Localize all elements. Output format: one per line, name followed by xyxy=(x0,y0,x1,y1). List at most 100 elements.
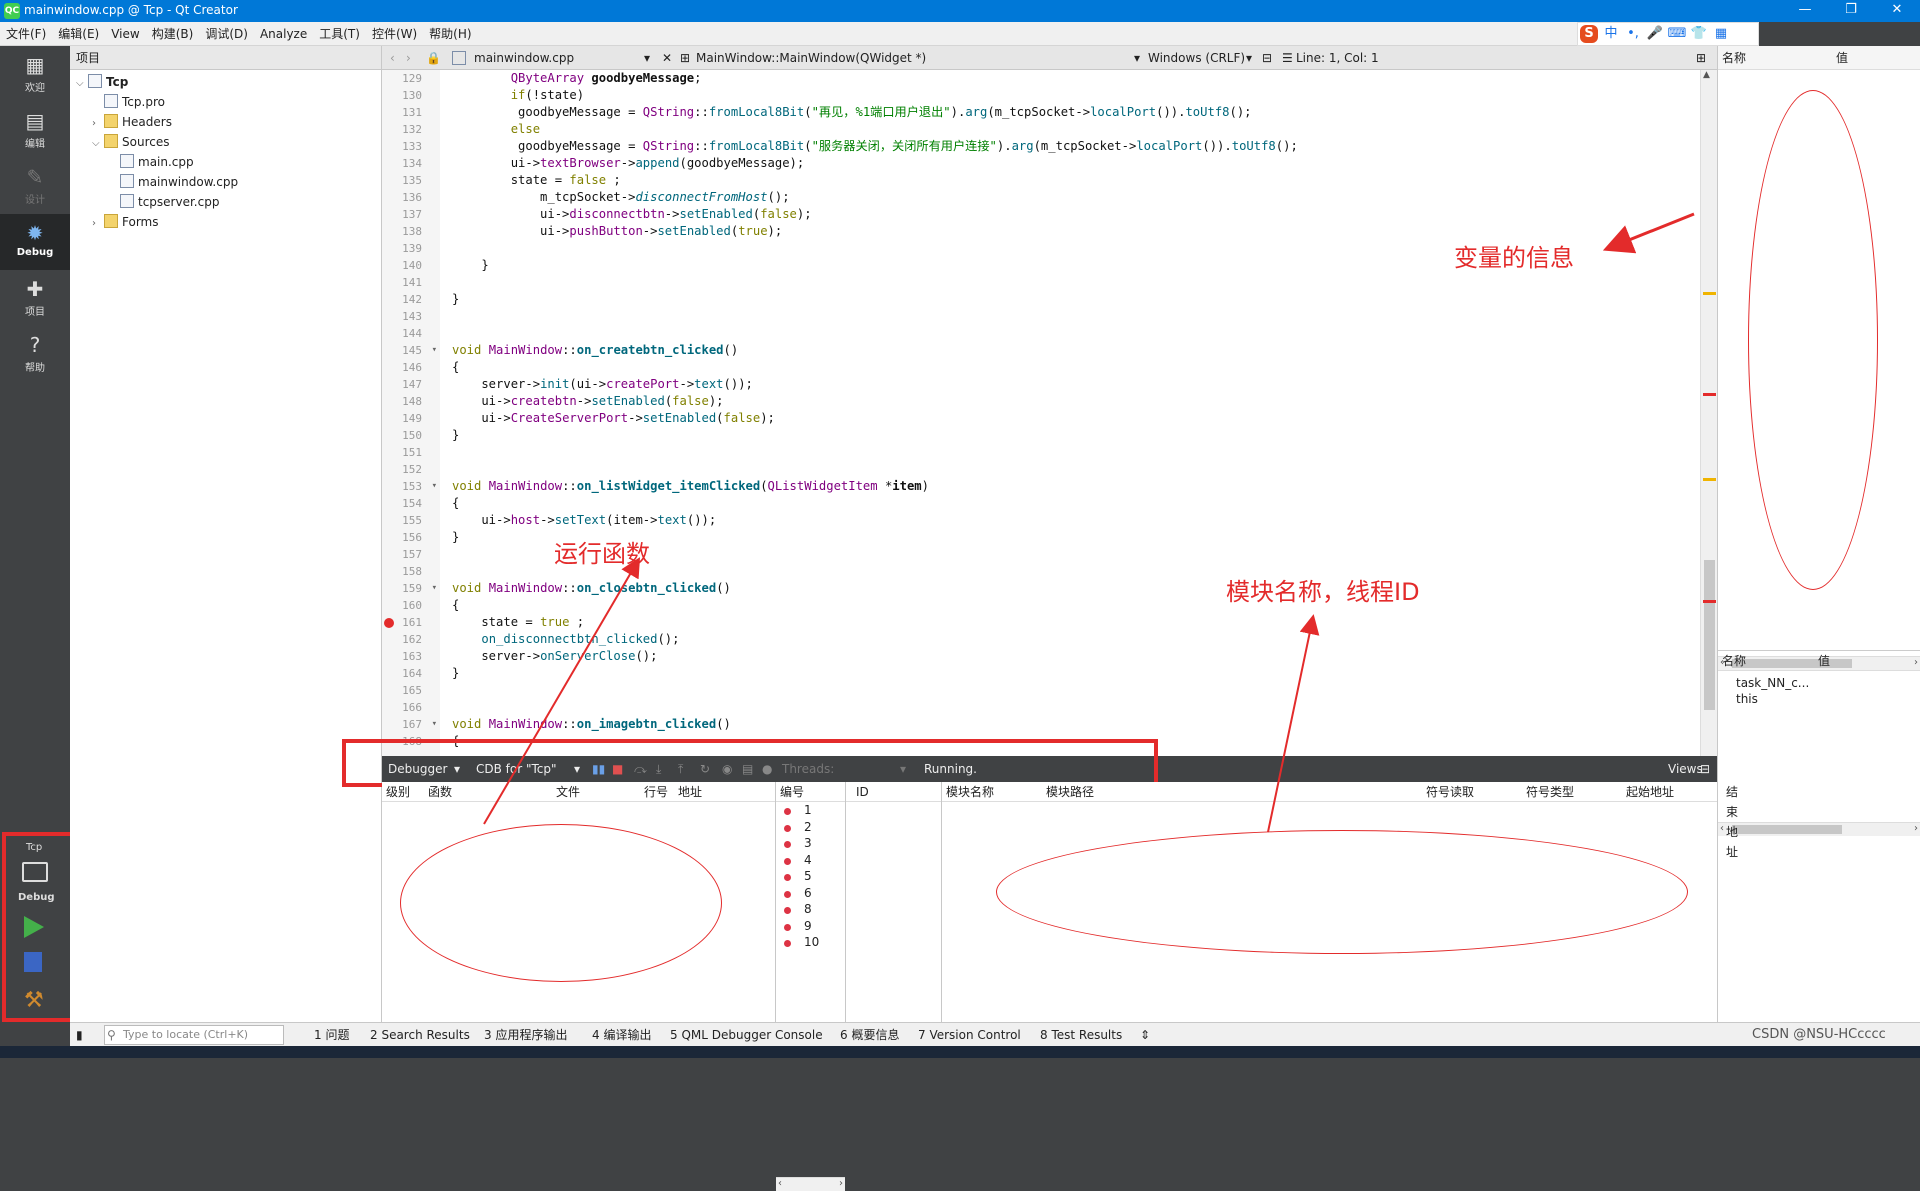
line-number[interactable]: 158 xyxy=(382,563,440,580)
tree-item[interactable]: Tcp.pro xyxy=(70,92,381,112)
line-number[interactable]: 139 xyxy=(382,240,440,257)
line-number[interactable]: 149 xyxy=(382,410,440,427)
chevron-down-icon[interactable]: ▾ xyxy=(1134,46,1140,70)
code-line[interactable]: state = true ; xyxy=(452,614,1682,631)
split-icon[interactable]: ⊟ xyxy=(1262,46,1272,70)
tab-application-output[interactable]: 3 应用程序输出 xyxy=(484,1023,567,1047)
more-tabs-icon[interactable]: ⇕ xyxy=(1140,1023,1150,1047)
code-line[interactable]: server->init(ui->createPort->text()); xyxy=(452,376,1682,393)
breakpoint-row[interactable]: 2 xyxy=(776,819,845,836)
line-number[interactable]: 159 ▾ xyxy=(382,580,440,597)
menu-file[interactable]: 文件(F) xyxy=(0,22,52,46)
line-number[interactable]: 166 xyxy=(382,699,440,716)
breakpoint-row[interactable]: 8 xyxy=(776,901,845,918)
breakpoint-row[interactable]: 1 xyxy=(776,802,845,819)
sogou-logo-icon[interactable]: S xyxy=(1580,25,1598,43)
code-line[interactable]: void MainWindow::on_imagebtn_clicked() xyxy=(452,716,1682,733)
tree-item[interactable]: tcpserver.cpp xyxy=(70,192,381,212)
code-line[interactable]: server->onServerClose(); xyxy=(452,648,1682,665)
line-number[interactable]: 151 xyxy=(382,444,440,461)
mode-design[interactable]: ✎ 设计 xyxy=(0,158,70,214)
code-line[interactable] xyxy=(452,682,1682,699)
run-icon[interactable] xyxy=(24,916,44,938)
breakpoint-row[interactable]: 5 xyxy=(776,868,845,885)
line-number[interactable]: 134 xyxy=(382,155,440,172)
code-line[interactable]: goodbyeMessage = QString::fromLocal8Bit(… xyxy=(452,104,1682,121)
tree-item[interactable]: main.cpp xyxy=(70,152,381,172)
tab-issues[interactable]: 1 问题 xyxy=(314,1023,349,1047)
column-value[interactable]: 值 xyxy=(1818,651,1830,671)
code-line[interactable] xyxy=(452,461,1682,478)
chevron-icon[interactable]: ⌵ xyxy=(92,134,104,154)
fold-icon[interactable]: ▾ xyxy=(432,580,437,597)
breakpoint-row[interactable]: 10 xyxy=(776,934,845,951)
locator-input[interactable]: ⚲ Type to locate (Ctrl+K) xyxy=(104,1025,284,1045)
code-line[interactable]: on_disconnectbtn_clicked(); xyxy=(452,631,1682,648)
tree-item[interactable]: ⌵ Tcp xyxy=(70,72,381,92)
ime-toolbar[interactable]: S 中 •, 🎤 ⌨ 👕 ▦ xyxy=(1577,22,1759,46)
line-endings-selector[interactable]: Windows (CRLF) xyxy=(1148,46,1245,70)
tab-compile-output[interactable]: 4 编译输出 xyxy=(592,1023,651,1047)
close-button[interactable]: ✕ xyxy=(1874,0,1920,22)
col-symbols-read[interactable]: 符号读取 xyxy=(1426,782,1474,802)
back-icon[interactable]: ‹ xyxy=(390,46,395,70)
line-number[interactable]: 163 xyxy=(382,648,440,665)
debug-run-icon[interactable] xyxy=(24,952,42,972)
line-number[interactable]: 138 xyxy=(382,223,440,240)
mode-edit[interactable]: ▤ 编辑 xyxy=(0,102,70,158)
col-file[interactable]: 文件 xyxy=(556,782,580,802)
line-number[interactable]: 161 xyxy=(382,614,440,631)
breakpoint-row[interactable]: 6 xyxy=(776,885,845,902)
cursor-position[interactable]: Line: 1, Col: 1 xyxy=(1296,46,1379,70)
breakpoint-row[interactable]: 4 xyxy=(776,852,845,869)
menu-edit[interactable]: 编辑(E) xyxy=(52,22,105,46)
code-line[interactable] xyxy=(452,699,1682,716)
line-number[interactable]: 155 xyxy=(382,512,440,529)
code-line[interactable] xyxy=(452,444,1682,461)
ime-chinese-mode[interactable]: 中 xyxy=(1600,23,1622,45)
code-line[interactable]: } xyxy=(452,665,1682,682)
line-number[interactable]: 142 xyxy=(382,291,440,308)
col-symbols-type[interactable]: 符号类型 xyxy=(1526,782,1574,802)
skin-icon[interactable]: 👕 xyxy=(1688,23,1710,45)
menu-view[interactable]: View xyxy=(105,22,145,46)
chevron-down-icon[interactable]: ▾ xyxy=(1246,46,1252,70)
watch-item[interactable]: task_NN_c... xyxy=(1736,675,1920,691)
split-view-icon[interactable]: ⊞ xyxy=(1696,46,1706,70)
restore-button[interactable]: ❐ xyxy=(1828,0,1874,22)
line-number[interactable]: 148 xyxy=(382,393,440,410)
menu-tools[interactable]: 工具(T) xyxy=(313,22,366,46)
menu-help[interactable]: 帮助(H) xyxy=(423,22,477,46)
line-number[interactable]: 144 xyxy=(382,325,440,342)
code-line[interactable]: } xyxy=(452,427,1682,444)
code-line[interactable]: { xyxy=(452,495,1682,512)
line-number[interactable]: 133 xyxy=(382,138,440,155)
watch-item[interactable]: this xyxy=(1736,691,1920,707)
line-number[interactable]: 131 xyxy=(382,104,440,121)
menu-analyze[interactable]: Analyze xyxy=(254,22,313,46)
tree-item[interactable]: › Forms xyxy=(70,212,381,232)
outline-icon[interactable]: ☰ xyxy=(1282,46,1293,70)
sidebar-toggle-icon[interactable]: ▮ xyxy=(76,1023,83,1047)
line-number-gutter[interactable]: 129 130 131 132 133 134 135 136 137 138 139 140 141 1… xyxy=(382,70,440,756)
fold-icon[interactable]: ▾ xyxy=(432,716,437,733)
monitor-icon[interactable] xyxy=(22,862,48,882)
tab-qml-console[interactable]: 5 QML Debugger Console xyxy=(670,1023,823,1047)
tree-item[interactable]: mainwindow.cpp xyxy=(70,172,381,192)
editor-scrollbar[interactable]: ▲ xyxy=(1700,70,1717,756)
tab-search-results[interactable]: 2 Search Results xyxy=(370,1023,470,1047)
minimize-button[interactable]: — xyxy=(1782,0,1828,22)
line-number[interactable]: 167 ▾ xyxy=(382,716,440,733)
line-number[interactable]: 143 xyxy=(382,308,440,325)
code-line[interactable]: } xyxy=(452,291,1682,308)
column-name[interactable]: 名称 xyxy=(1722,651,1746,671)
code-line[interactable]: m_tcpSocket->disconnectFromHost(); xyxy=(452,189,1682,206)
col-level[interactable]: 级别 xyxy=(386,782,410,802)
line-number[interactable]: 140 xyxy=(382,257,440,274)
code-line[interactable]: ui->disconnectbtn->setEnabled(false); xyxy=(452,206,1682,223)
bp-hscroll[interactable]: ‹ › xyxy=(776,1176,845,1191)
line-number[interactable]: 162 xyxy=(382,631,440,648)
close-file-icon[interactable]: ✕ xyxy=(662,46,672,70)
line-number[interactable]: 154 xyxy=(382,495,440,512)
line-number[interactable]: 164 xyxy=(382,665,440,682)
